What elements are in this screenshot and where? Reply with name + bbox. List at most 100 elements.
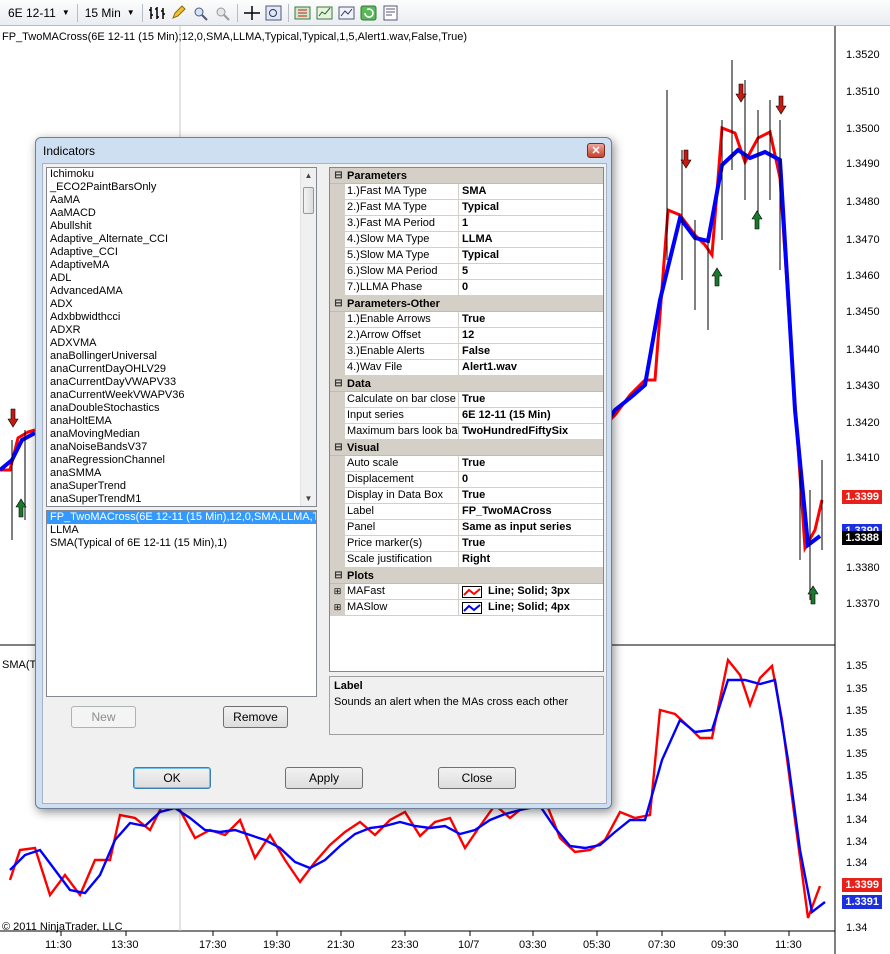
list-item[interactable]: anaCurrentDayVWAPV33	[47, 376, 316, 389]
grid-row[interactable]: Label FP_TwoMACross	[330, 504, 603, 520]
grid-row[interactable]: 2.)Fast MA Type Typical	[330, 200, 603, 216]
list-item[interactable]: ADXR	[47, 324, 316, 337]
property-value[interactable]: TwoHundredFiftySix	[459, 424, 568, 439]
collapse-icon[interactable]: ⊟	[330, 570, 347, 581]
grid-row[interactable]: 3.)Fast MA Period 1	[330, 216, 603, 232]
property-value[interactable]: True	[459, 536, 485, 551]
grid-row[interactable]: Input series 6E 12-11 (15 Min)	[330, 408, 603, 424]
list-item[interactable]: anaSMMA	[47, 467, 316, 480]
list-item[interactable]: Ichimoku	[47, 168, 316, 181]
property-value[interactable]: 0	[459, 472, 468, 487]
list-item[interactable]: AaMA	[47, 194, 316, 207]
collapse-icon[interactable]: ⊟	[330, 298, 347, 309]
grid-category-parameters-other[interactable]: ⊟ Parameters-Other	[330, 296, 603, 312]
grid-row[interactable]: ⊞ MASlow Line; Solid; 4px	[330, 600, 603, 616]
list-item[interactable]: ADX	[47, 298, 316, 311]
list-item[interactable]: Adaptive_Alternate_CCI	[47, 233, 316, 246]
list-item[interactable]: ADXVMA	[47, 337, 316, 350]
expand-icon[interactable]: ⊞	[330, 600, 345, 615]
grid-row[interactable]: 1.)Fast MA Type SMA	[330, 184, 603, 200]
list-item[interactable]: anaCurrentDayOHLV29	[47, 363, 316, 376]
collapse-icon[interactable]: ⊟	[330, 442, 347, 453]
list-item[interactable]: anaHoltEMA	[47, 415, 316, 428]
property-value[interactable]: 12	[459, 328, 474, 343]
close-button[interactable]: Close	[438, 767, 516, 789]
list-item[interactable]: Abullshit	[47, 220, 316, 233]
grid-category-parameters[interactable]: ⊟ Parameters	[330, 168, 603, 184]
property-value[interactable]: LLMA	[459, 232, 493, 247]
applied-indicator-item[interactable]: FP_TwoMACross(6E 12-11 (15 Min),12,0,SMA…	[47, 511, 316, 524]
grid-row[interactable]: 3.)Enable Alerts False	[330, 344, 603, 360]
property-value[interactable]: 5	[459, 264, 468, 279]
new-button[interactable]: New	[71, 706, 136, 728]
available-indicators-list[interactable]: Ichimoku _ECO2PaintBarsOnly AaMA AaMACD Abul…	[46, 167, 317, 507]
list-item[interactable]: anaBollingerUniversal	[47, 350, 316, 363]
grid-row[interactable]: 4.)Wav File Alert1.wav	[330, 360, 603, 376]
property-value[interactable]: True	[459, 312, 485, 327]
refresh-button[interactable]	[358, 3, 380, 23]
grid-row[interactable]: Calculate on bar close True	[330, 392, 603, 408]
strategies-button[interactable]	[292, 3, 314, 23]
property-value[interactable]: 1	[459, 216, 468, 231]
property-value[interactable]: Same as input series	[459, 520, 571, 535]
grid-row[interactable]: 2.)Arrow Offset 12	[330, 328, 603, 344]
list-item[interactable]: anaCurrentWeekVWAPV36	[47, 389, 316, 402]
chart-properties-button[interactable]	[336, 3, 358, 23]
zoom-out-button[interactable]	[212, 3, 234, 23]
ok-button[interactable]: OK	[133, 767, 211, 789]
grid-category-plots[interactable]: ⊟ Plots	[330, 568, 603, 584]
indicators-button[interactable]	[314, 3, 336, 23]
list-item[interactable]: anaMovingMedian	[47, 428, 316, 441]
scroll-up-icon[interactable]: ▲	[301, 168, 316, 183]
property-grid[interactable]: ⊟ Parameters 1.)Fast MA Type SMA 2.)Fast MA …	[329, 167, 604, 672]
list-item[interactable]: ADL	[47, 272, 316, 285]
grid-row[interactable]: Display in Data Box True	[330, 488, 603, 504]
property-value[interactable]: Typical	[459, 248, 499, 263]
grid-row[interactable]: 5.)Slow MA Type Typical	[330, 248, 603, 264]
property-value[interactable]: FP_TwoMACross	[459, 504, 552, 519]
crosshair-button[interactable]	[241, 3, 263, 23]
property-value[interactable]: Alert1.wav	[459, 360, 517, 375]
grid-row[interactable]: 6.)Slow MA Period 5	[330, 264, 603, 280]
zoom-in-button[interactable]	[190, 3, 212, 23]
list-item[interactable]: anaNoiseBandsV37	[47, 441, 316, 454]
properties-button[interactable]	[380, 3, 402, 23]
list-item[interactable]: anaRegressionChannel	[47, 454, 316, 467]
list-item[interactable]: anaSuperTrendM1	[47, 493, 316, 506]
grid-row[interactable]: Displacement 0	[330, 472, 603, 488]
property-value[interactable]: False	[459, 344, 490, 359]
draw-tool-button[interactable]	[168, 3, 190, 23]
instrument-selector[interactable]: 6E 12-11 ▼	[4, 3, 74, 23]
property-value[interactable]: True	[459, 456, 485, 471]
applied-indicators-list[interactable]: FP_TwoMACross(6E 12-11 (15 Min),12,0,SMA…	[46, 510, 317, 697]
list-item[interactable]: Adxbbwidthcci	[47, 311, 316, 324]
grid-row[interactable]: Maximum bars look ba TwoHundredFiftySix	[330, 424, 603, 440]
list-item[interactable]: anaDoubleStochastics	[47, 402, 316, 415]
list-item[interactable]: anaSuperTrend	[47, 480, 316, 493]
close-icon[interactable]: ✕	[587, 143, 605, 158]
grid-row[interactable]: Scale justification Right	[330, 552, 603, 568]
scroll-thumb[interactable]	[303, 187, 314, 214]
search-button[interactable]	[263, 3, 285, 23]
property-value[interactable]: Line; Solid; 4px	[459, 600, 570, 615]
grid-category-visual[interactable]: ⊟ Visual	[330, 440, 603, 456]
list-item[interactable]: Adaptive_CCI	[47, 246, 316, 259]
property-value[interactable]: 0	[459, 280, 468, 295]
property-value[interactable]: SMA	[459, 184, 486, 199]
property-value[interactable]: 6E 12-11 (15 Min)	[459, 408, 551, 423]
list-scrollbar[interactable]: ▲ ▼	[300, 168, 316, 506]
apply-button[interactable]: Apply	[285, 767, 363, 789]
collapse-icon[interactable]: ⊟	[330, 170, 347, 181]
expand-icon[interactable]: ⊞	[330, 584, 345, 599]
remove-button[interactable]: Remove	[223, 706, 288, 728]
grid-row[interactable]: 7.)LLMA Phase 0	[330, 280, 603, 296]
period-selector[interactable]: 15 Min ▼	[81, 3, 139, 23]
property-value[interactable]: True	[459, 488, 485, 503]
list-item[interactable]: AdvancedAMA	[47, 285, 316, 298]
grid-row[interactable]: Auto scale True	[330, 456, 603, 472]
grid-row[interactable]: ⊞ MAFast Line; Solid; 3px	[330, 584, 603, 600]
grid-row[interactable]: Panel Same as input series	[330, 520, 603, 536]
grid-row[interactable]: 1.)Enable Arrows True	[330, 312, 603, 328]
grid-row[interactable]: 4.)Slow MA Type LLMA	[330, 232, 603, 248]
property-value[interactable]: Right	[459, 552, 490, 567]
